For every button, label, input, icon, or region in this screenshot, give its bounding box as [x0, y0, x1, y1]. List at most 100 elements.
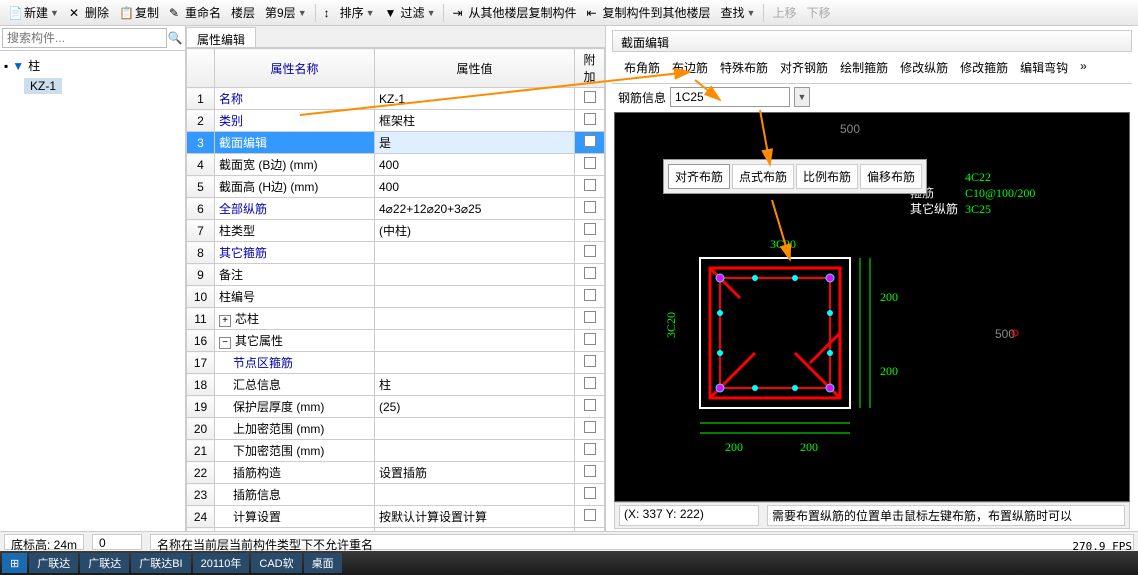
svg-text:500: 500	[840, 122, 860, 136]
popup-option[interactable]: 点式布筋	[732, 164, 794, 189]
sort-button[interactable]: ↕排序▼	[320, 2, 379, 23]
start-button[interactable]: ⊞	[2, 553, 27, 573]
prop-row[interactable]: 2类别框架柱	[187, 110, 605, 132]
section-tab[interactable]: 布角筋	[618, 56, 666, 79]
tree-root-column[interactable]: ▪▼柱	[4, 55, 181, 76]
taskbar: ⊞广联达广联达广联达BI20110年CAD软桌面	[0, 551, 1138, 575]
prop-row[interactable]: 11+芯柱	[187, 308, 605, 330]
tree-item-kz1[interactable]: KZ-1	[24, 78, 62, 94]
col-extra: 附加	[575, 49, 605, 88]
prop-row[interactable]: 24计算设置按默认计算设置计算	[187, 506, 605, 528]
section-tab[interactable]: 编辑弯钩	[1014, 56, 1074, 79]
elevation-cell: 底标高: 24m	[4, 534, 84, 550]
section-tab[interactable]: 布边筋	[666, 56, 714, 79]
delete-icon: ✕	[69, 6, 83, 20]
component-tree-panel: 🔍 ▪▼柱 KZ-1	[0, 26, 186, 531]
layer-label: 楼层	[227, 2, 259, 23]
prop-row[interactable]: 1名称KZ-1	[187, 88, 605, 110]
fps-display: 270.9 FPS	[1072, 540, 1132, 553]
section-tab[interactable]: 特殊布筋	[714, 56, 774, 79]
prop-row[interactable]: 17节点区箍筋	[187, 352, 605, 374]
copy-icon: 📋	[119, 6, 133, 20]
svg-text:3C25: 3C25	[965, 202, 991, 216]
rename-button[interactable]: ✎重命名	[165, 2, 225, 23]
prop-row[interactable]: 21下加密范围 (mm)	[187, 440, 605, 462]
layer-select[interactable]: 第9层▼	[261, 2, 311, 23]
prop-row[interactable]: 3截面编辑是	[187, 132, 605, 154]
main-toolbar: 📄新建▼ ✕删除 📋复制 ✎重命名 楼层 第9层▼ ↕排序▼ ▼过滤▼ ⇥从其他…	[0, 0, 1138, 26]
section-tab[interactable]: 绘制箍筋	[834, 56, 894, 79]
prop-row[interactable]: 23插筋信息	[187, 484, 605, 506]
zero-cell: 0	[92, 534, 142, 550]
svg-text:其它纵筋: 其它纵筋	[910, 201, 958, 216]
layout-popup: 对齐布筋点式布筋比例布筋偏移布筋	[663, 159, 927, 194]
svg-text:C10@100/200: C10@100/200	[965, 186, 1035, 200]
taskbar-item[interactable]: 20110年	[193, 553, 250, 573]
section-editor-panel: 截面编辑 布角筋布边筋特殊布筋对齐钢筋绘制箍筋修改纵筋修改箍筋编辑弯钩» 钢筋信…	[606, 26, 1138, 531]
section-tab[interactable]: 修改纵筋	[894, 56, 954, 79]
copy-to-icon: ⇤	[587, 6, 601, 20]
copy-from-button[interactable]: ⇥从其他楼层复制构件	[448, 2, 580, 23]
find-button[interactable]: 查找▼	[717, 2, 760, 23]
svg-text:200: 200	[725, 440, 743, 454]
filter-button[interactable]: ▼过滤▼	[381, 2, 440, 23]
taskbar-item[interactable]: 广联达	[80, 553, 129, 573]
prop-row[interactable]: 19保护层厚度 (mm)(25)	[187, 396, 605, 418]
copy-to-button[interactable]: ⇤复制构件到其他楼层	[583, 2, 715, 23]
delete-button[interactable]: ✕删除	[65, 2, 113, 23]
section-canvas[interactable]: 对齐布筋点式布筋比例布筋偏移布筋 筋 箍筋 其它纵筋 4C22 C10@100/…	[614, 112, 1130, 502]
rename-icon: ✎	[169, 6, 183, 20]
prop-row[interactable]: 7柱类型(中柱)	[187, 220, 605, 242]
rebar-info-dropdown[interactable]: ▼	[794, 87, 810, 107]
move-down-button[interactable]: 下移	[802, 2, 834, 23]
taskbar-item[interactable]: CAD软	[251, 553, 301, 573]
prop-row[interactable]: 6全部纵筋4⌀22+12⌀20+3⌀25	[187, 198, 605, 220]
section-tab[interactable]: 修改箍筋	[954, 56, 1014, 79]
tabs-overflow[interactable]: »	[1074, 56, 1093, 79]
col-name: 属性名称	[215, 49, 375, 88]
rebar-info-input[interactable]	[670, 87, 790, 107]
prop-row[interactable]: 9备注	[187, 264, 605, 286]
section-tab[interactable]: 对齐钢筋	[774, 56, 834, 79]
prop-row[interactable]: 20上加密范围 (mm)	[187, 418, 605, 440]
taskbar-item[interactable]: 桌面	[304, 553, 342, 573]
sort-icon: ↕	[324, 6, 338, 20]
status-bar: 底标高: 24m 0 名称在当前层当前构件类型下不允许重名	[0, 531, 1138, 551]
col-value: 属性值	[375, 49, 575, 88]
svg-text:3C20: 3C20	[770, 237, 796, 251]
property-grid[interactable]: 属性名称属性值附加 1名称KZ-12类别框架柱3截面编辑是4截面宽 (B边) (…	[186, 48, 605, 531]
copy-button[interactable]: 📋复制	[115, 2, 163, 23]
svg-text:200: 200	[880, 364, 898, 378]
message-cell: 名称在当前层当前构件类型下不允许重名	[150, 534, 1134, 550]
popup-option[interactable]: 比例布筋	[796, 164, 858, 189]
new-icon: 📄	[8, 6, 22, 20]
search-icon[interactable]: 🔍	[167, 28, 183, 48]
search-input[interactable]	[2, 28, 167, 48]
hint-display: 需要布置纵筋的位置单击鼠标左键布筋，布置纵筋时可以	[767, 505, 1125, 526]
copy-from-icon: ⇥	[452, 6, 466, 20]
rebar-info-label: 钢筋信息	[618, 89, 666, 106]
prop-row[interactable]: 10柱编号	[187, 286, 605, 308]
prop-row[interactable]: 22插筋构造设置插筋	[187, 462, 605, 484]
svg-text:3C20: 3C20	[664, 312, 678, 338]
svg-text:200: 200	[880, 290, 898, 304]
property-panel: 属性编辑 属性名称属性值附加 1名称KZ-12类别框架柱3截面编辑是4截面宽 (…	[186, 26, 606, 531]
prop-row[interactable]: 25节点设置按默认节点设置计算	[187, 528, 605, 532]
section-tabs: 布角筋布边筋特殊布筋对齐钢筋绘制箍筋修改纵筋修改箍筋编辑弯钩»	[612, 52, 1132, 84]
prop-row[interactable]: 16−其它属性	[187, 330, 605, 352]
taskbar-item[interactable]: 广联达BI	[131, 553, 190, 573]
prop-row[interactable]: 8其它箍筋	[187, 242, 605, 264]
prop-row[interactable]: 5截面高 (H边) (mm)400	[187, 176, 605, 198]
taskbar-item[interactable]: 广联达	[29, 553, 78, 573]
section-title: 截面编辑	[612, 30, 1132, 52]
popup-option[interactable]: 对齐布筋	[668, 164, 730, 189]
svg-text:200: 200	[800, 440, 818, 454]
coord-display: (X: 337 Y: 222)	[619, 505, 759, 526]
svg-text:4C22: 4C22	[965, 170, 991, 184]
tab-property-edit[interactable]: 属性编辑	[186, 27, 256, 47]
move-up-button[interactable]: 上移	[768, 2, 800, 23]
new-button[interactable]: 📄新建▼	[4, 2, 63, 23]
prop-row[interactable]: 18汇总信息柱	[187, 374, 605, 396]
prop-row[interactable]: 4截面宽 (B边) (mm)400	[187, 154, 605, 176]
popup-option[interactable]: 偏移布筋	[860, 164, 922, 189]
